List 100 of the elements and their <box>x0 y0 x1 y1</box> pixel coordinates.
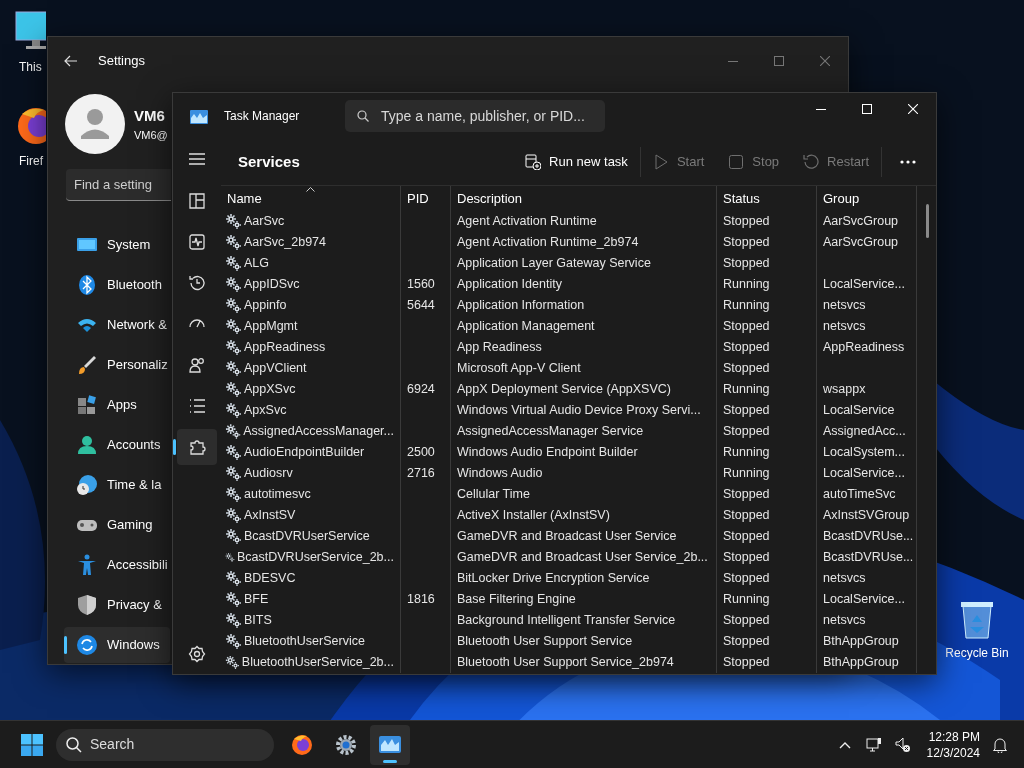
table-cell: GameDVR and Broadcast User Service_2b... <box>457 550 708 564</box>
column-header[interactable]: Status <box>717 186 817 211</box>
service-icon <box>225 654 240 671</box>
list-icon <box>188 397 206 415</box>
settings-nav-item[interactable]: Bluetooth <box>64 267 170 303</box>
table-cell: Stopped <box>723 403 770 417</box>
table-cell: Stopped <box>723 214 770 228</box>
settings-nav-item[interactable]: Apps <box>64 387 170 423</box>
table-cell: Stopped <box>723 319 770 333</box>
table-cell: App Readiness <box>457 340 542 354</box>
clock-icon <box>188 274 206 292</box>
settings-nav-item[interactable]: Windows <box>64 627 170 663</box>
search-icon <box>66 736 82 753</box>
apps-icon <box>76 394 98 416</box>
table-cell: LocalService... <box>823 466 905 480</box>
table-cell: 2500 <box>407 445 435 459</box>
settings-nav-item[interactable]: System <box>64 227 170 263</box>
table-cell: Bluetooth User Support Service <box>457 634 633 648</box>
table-cell: Application Identity <box>457 277 562 291</box>
shield-icon <box>76 594 98 616</box>
stop-icon <box>728 154 745 170</box>
search-field[interactable]: Find a setting <box>66 169 171 201</box>
muted-speaker-icon <box>894 736 911 753</box>
settings-nav-item[interactable]: Gaming <box>64 507 170 543</box>
search-field[interactable]: Type a name, publisher, or PID... <box>345 100 605 132</box>
settings-nav-item[interactable]: Time & la <box>64 467 170 503</box>
table-cell: Stopped <box>723 235 770 249</box>
settings-nav-item[interactable]: Network & <box>64 307 170 343</box>
service-icon <box>225 276 242 293</box>
search-icon <box>357 110 369 122</box>
table-cell-text: AppReadiness <box>244 339 326 356</box>
table-cell: Running <box>723 466 770 480</box>
table-cell: BcastDVRUse... <box>823 529 914 543</box>
new-task-icon <box>525 154 542 170</box>
table-cell: Stopped <box>723 508 770 522</box>
clock-button[interactable]: 12:28 PM 12/3/2024 <box>922 728 984 761</box>
column-header[interactable]: Description <box>451 186 717 211</box>
table-cell: 5644 <box>407 298 435 312</box>
service-icon <box>225 297 242 314</box>
settings-nav-item[interactable]: Accounts <box>64 427 170 463</box>
table-cell: wsappx <box>823 382 866 396</box>
table-cell-text: BcastDVRUserService_2b... <box>237 549 394 566</box>
service-icon <box>225 339 242 356</box>
table-cell: Stopped <box>723 340 770 354</box>
chevron-up-icon <box>838 740 851 749</box>
maximize-icon <box>774 56 784 66</box>
table-cell: Stopped <box>723 424 770 438</box>
table-cell: AxInstSVGroup <box>823 508 910 522</box>
table-cell-text: AppIDSvc <box>244 276 300 293</box>
taskbar-app-button[interactable] <box>370 724 410 765</box>
table-cell: BthAppGroup <box>823 655 899 669</box>
table-cell: GameDVR and Broadcast User Service <box>457 529 677 543</box>
service-icon <box>225 381 242 398</box>
search-box[interactable]: Search <box>56 728 274 761</box>
user-email: VM6@ <box>134 128 168 143</box>
table-cell: Windows Audio Endpoint Builder <box>457 445 638 459</box>
pulse-icon <box>188 233 206 251</box>
table-cell-text: autotimesvc <box>244 486 311 503</box>
table-cell: ActiveX Installer (AxInstSV) <box>457 508 610 522</box>
bell-icon <box>993 736 1007 753</box>
table-cell: Stopped <box>723 487 770 501</box>
table-cell: Running <box>723 445 770 459</box>
run-task-button[interactable]: Run new task <box>513 146 640 178</box>
column-header[interactable]: Name <box>221 186 401 211</box>
table-cell-text: Audiosrv <box>244 465 293 482</box>
person-icon <box>76 434 98 456</box>
table-cell: Stopped <box>723 613 770 627</box>
service-icon <box>225 486 242 503</box>
table-cell-text: ApxSvc <box>244 402 287 419</box>
column-header[interactable]: PID <box>401 186 451 211</box>
table-cell-text: Appinfo <box>244 297 287 314</box>
table-cell: 2716 <box>407 466 435 480</box>
column-header[interactable]: Group <box>817 186 917 211</box>
table-cell-text: ALG <box>244 255 269 272</box>
table-cell: netsvcs <box>823 319 866 333</box>
service-icon <box>225 318 242 335</box>
table-cell: Stopped <box>723 571 770 585</box>
table-cell-text: BluetoothUserService_2b... <box>241 654 394 671</box>
table-cell-text: AppXSvc <box>244 381 296 398</box>
service-icon <box>225 570 242 587</box>
table-cell: AarSvcGroup <box>823 214 899 228</box>
settings-nav-item[interactable]: Accessibili <box>64 547 170 583</box>
play-icon <box>652 154 669 170</box>
table-cell: netsvcs <box>823 298 866 312</box>
table-cell: 6924 <box>407 382 435 396</box>
table-cell: LocalService <box>823 403 895 417</box>
table-cell: AarSvcGroup <box>823 235 899 249</box>
table-cell: Cellular Time <box>457 487 530 501</box>
service-icon <box>225 507 242 524</box>
settings-nav-item[interactable]: Personaliz <box>64 347 170 383</box>
service-icon <box>225 360 242 377</box>
table-cell: LocalService... <box>823 592 905 606</box>
service-icon <box>225 213 242 230</box>
table-cell: Base Filtering Engine <box>457 592 576 606</box>
table-cell: Windows Virtual Audio Device Proxy Servi... <box>457 403 701 417</box>
puzzle-icon <box>188 438 206 456</box>
windows-logo-icon <box>21 733 43 756</box>
settings-nav-item[interactable]: Privacy & <box>64 587 170 623</box>
more-icon <box>900 160 916 164</box>
table-cell: BthAppGroup <box>823 634 899 648</box>
